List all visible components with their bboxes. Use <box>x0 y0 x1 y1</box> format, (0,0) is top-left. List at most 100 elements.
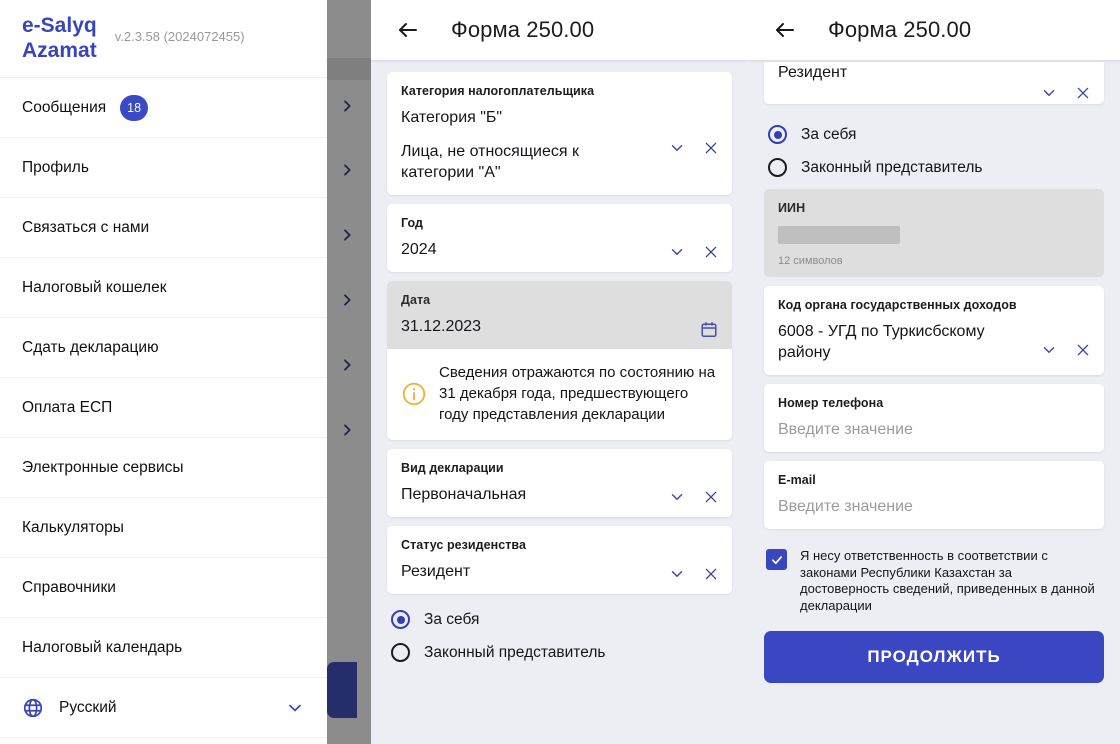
phone-field[interactable]: Номер телефона Введите значение <box>764 384 1104 452</box>
close-icon[interactable] <box>702 139 720 157</box>
year-controls <box>668 243 720 261</box>
chevron-down-icon[interactable] <box>1040 341 1058 359</box>
overlay-header-band <box>327 58 371 80</box>
iin-hint: 12 символов <box>778 255 843 267</box>
chevron-down-icon[interactable] <box>668 565 686 583</box>
app-screen: Форма 250.00 Категория налогоплательщика… <box>0 0 1120 744</box>
taxpayer-category-field[interactable]: Категория налогоплательщика Категория "Б… <box>387 72 732 195</box>
sidebar-item-tax-calendar[interactable]: Налоговый календарь <box>0 618 327 678</box>
iin-field: ИИН 12 символов <box>764 189 1104 277</box>
messages-badge: 18 <box>120 94 149 121</box>
language-selector[interactable]: Русский <box>0 678 327 738</box>
tax-authority-controls <box>1040 341 1092 359</box>
sidebar-item-calculators[interactable]: Калькуляторы <box>0 498 327 558</box>
sidebar-item-directories[interactable]: Справочники <box>0 558 327 618</box>
app-version: v.2.3.58 (2024072455) <box>114 29 245 44</box>
sidebar-item-label: Связаться с нами <box>22 218 150 236</box>
declarant-radio-self[interactable]: За себя <box>387 603 732 636</box>
residency-status-value: Резидент <box>778 64 848 81</box>
right-panel-body: Резидент За себя Законный представитель <box>748 62 1120 683</box>
tax-authority-field[interactable]: Код органа государственных доходов 6008 … <box>764 286 1104 375</box>
chevron-right-icon[interactable] <box>339 227 355 243</box>
chevron-right-icon[interactable] <box>339 162 355 178</box>
sidebar-item-esp-payment[interactable]: Оплата ЕСП <box>0 378 327 438</box>
sidebar-item-label: Справочники <box>22 578 116 596</box>
declaration-type-label: Вид декларации <box>401 461 504 475</box>
close-icon[interactable] <box>702 488 720 506</box>
date-controls <box>700 320 718 338</box>
middle-form-panel: Форма 250.00 Категория налогоплательщика… <box>371 0 748 744</box>
chevron-right-icon[interactable] <box>339 357 355 373</box>
declaration-type-controls <box>668 488 720 506</box>
close-icon[interactable] <box>1074 84 1092 102</box>
right-panel-header: Форма 250.00 <box>748 0 1120 60</box>
radio-indicator-representative[interactable] <box>768 158 787 177</box>
obscured-primary-button <box>327 662 357 718</box>
residency-status-field[interactable]: Статус резиденства Резидент <box>387 526 732 594</box>
sidebar-item-label: Налоговый календарь <box>22 638 183 656</box>
email-input[interactable]: Введите значение <box>778 496 1090 517</box>
close-icon[interactable] <box>702 565 720 583</box>
calendar-icon[interactable] <box>700 320 718 338</box>
globe-icon <box>22 697 44 719</box>
page-title: Форма 250.00 <box>451 17 595 42</box>
sidebar-item-electronic-services[interactable]: Электронные сервисы <box>0 438 327 498</box>
radio-indicator-representative[interactable] <box>391 643 410 662</box>
chevron-down-icon[interactable] <box>1040 84 1058 102</box>
radio-indicator-self[interactable] <box>391 610 410 629</box>
date-label: Дата <box>401 293 431 307</box>
middle-panel-header: Форма 250.00 <box>371 0 748 60</box>
chevron-down-icon[interactable] <box>285 698 305 718</box>
radio-label-self: За себя <box>424 610 480 628</box>
tax-authority-label: Код органа государственных доходов <box>778 298 1017 312</box>
chevron-right-icon[interactable] <box>339 292 355 308</box>
sidebar-item-label: Сообщения <box>22 98 107 116</box>
consent-checkbox[interactable] <box>766 549 787 570</box>
info-icon <box>401 381 427 407</box>
chevron-right-icon[interactable] <box>339 98 355 114</box>
iin-label: ИИН <box>778 201 806 215</box>
right-form-panel: Форма 250.00 Резидент За себя Законный п… <box>748 0 1120 744</box>
taxpayer-category-label: Категория налогоплательщика <box>401 84 595 98</box>
sidebar-item-label: Сдать декларацию <box>22 338 159 356</box>
radio-indicator-self[interactable] <box>768 125 787 144</box>
close-icon[interactable] <box>1074 341 1092 359</box>
dimmed-overlay-strip[interactable] <box>327 0 371 744</box>
residency-status-controls <box>1040 84 1092 102</box>
chevron-down-icon[interactable] <box>668 139 686 157</box>
residency-status-controls <box>668 565 720 583</box>
residency-status-field[interactable]: Резидент <box>764 62 1104 104</box>
sidebar-item-tax-wallet[interactable]: Налоговый кошелек <box>0 258 327 318</box>
back-arrow-icon[interactable] <box>772 17 798 43</box>
email-field[interactable]: E-mail Введите значение <box>764 461 1104 529</box>
date-field: Дата 31.12.2023 <box>387 281 732 349</box>
sidebar-item-messages[interactable]: Сообщения 18 <box>0 78 327 138</box>
phone-input[interactable]: Введите значение <box>778 419 1090 440</box>
email-label: E-mail <box>778 473 816 487</box>
date-info-text: Сведения отражаются по состоянию на 31 д… <box>439 364 716 423</box>
language-label: Русский <box>59 698 117 716</box>
declaration-type-field[interactable]: Вид декларации Первоначальная <box>387 449 732 517</box>
taxpayer-category-value-primary: Категория "Б" <box>401 109 503 126</box>
sidebar-item-label: Профиль <box>22 158 89 176</box>
taxpayer-category-controls <box>668 139 720 157</box>
chevron-down-icon[interactable] <box>668 243 686 261</box>
chevron-right-icon[interactable] <box>339 422 355 438</box>
consent-checkbox-row[interactable]: Я несу ответственность в соответствии с … <box>764 538 1104 614</box>
year-field[interactable]: Год 2024 <box>387 204 732 272</box>
declarant-radio-self[interactable]: За себя <box>764 113 1104 151</box>
continue-button[interactable]: ПРОДОЛЖИТЬ <box>764 631 1104 683</box>
sidebar-item-submit-declaration[interactable]: Сдать декларацию <box>0 318 327 378</box>
back-arrow-icon[interactable] <box>395 17 421 43</box>
close-icon[interactable] <box>702 243 720 261</box>
sidebar-item-contact-us[interactable]: Связаться с нами <box>0 198 327 258</box>
radio-label-representative: Законный представитель <box>801 158 983 176</box>
declarant-radio-representative[interactable]: Законный представитель <box>387 636 732 669</box>
declarant-radio-representative[interactable]: Законный представитель <box>764 151 1104 189</box>
sidebar-item-label: Калькуляторы <box>22 518 124 536</box>
sidebar-item-profile[interactable]: Профиль <box>0 138 327 198</box>
brand-header: e-Salyq Azamat v.2.3.58 (2024072455) <box>0 0 327 78</box>
date-info-note: Сведения отражаются по состоянию на 31 д… <box>387 349 732 440</box>
chevron-down-icon[interactable] <box>668 488 686 506</box>
radio-label-representative: Законный представитель <box>424 643 606 661</box>
